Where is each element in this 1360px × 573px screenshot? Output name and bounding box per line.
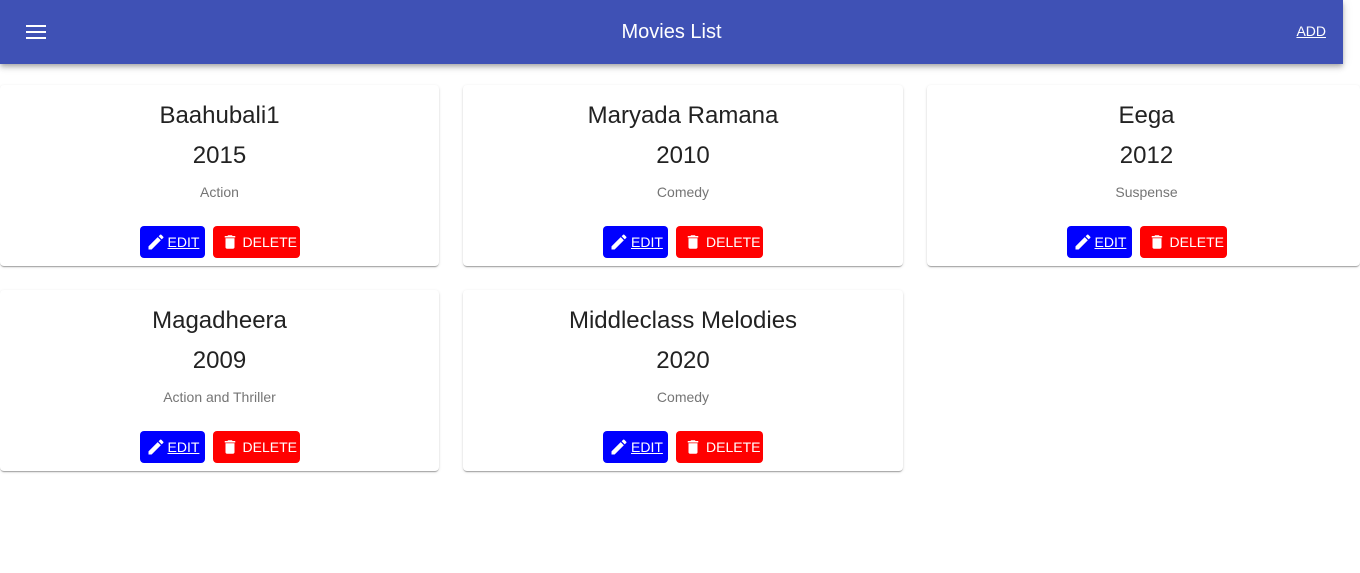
movie-year: 2020: [656, 347, 710, 374]
movie-card: Middleclass Melodies 2020 Comedy EDIT DE…: [463, 290, 903, 471]
card-actions: EDIT DELETE: [0, 226, 439, 258]
edit-label: EDIT: [1094, 234, 1127, 250]
edit-button[interactable]: EDIT: [139, 431, 205, 463]
edit-label: EDIT: [631, 439, 663, 455]
edit-button[interactable]: EDIT: [139, 226, 205, 258]
trash-icon: [684, 232, 702, 252]
menu-button[interactable]: [18, 14, 54, 50]
edit-button[interactable]: EDIT: [603, 431, 668, 463]
pencil-icon: [1073, 232, 1093, 252]
edit-label: EDIT: [631, 234, 663, 250]
delete-button[interactable]: DELETE: [1139, 226, 1227, 258]
movie-genre: Suspense: [1115, 184, 1178, 200]
app-bar: Movies List ADD: [0, 0, 1343, 64]
delete-label: DELETE: [242, 439, 297, 455]
movie-year: 2010: [656, 142, 710, 169]
movie-genre: Comedy: [656, 184, 710, 200]
card-actions: EDIT DELETE: [463, 431, 903, 463]
movie-card: Magadheera 2009 Action and Thriller EDIT…: [0, 290, 439, 471]
movie-card: Baahubali1 2015 Action EDIT DELETE: [0, 85, 439, 266]
movie-title: Eega: [1118, 102, 1175, 129]
movie-title: Middleclass Melodies: [568, 307, 798, 334]
movie-year: 2009: [192, 347, 247, 374]
edit-button[interactable]: EDIT: [1066, 226, 1132, 258]
menu-icon: [26, 25, 46, 39]
movie-title: Maryada Ramana: [587, 102, 779, 129]
add-button[interactable]: ADD: [1296, 23, 1326, 39]
edit-label: EDIT: [167, 234, 200, 250]
delete-label: DELETE: [1169, 234, 1224, 250]
trash-icon: [684, 437, 702, 457]
delete-button[interactable]: DELETE: [676, 226, 763, 258]
movie-genre: Comedy: [656, 389, 710, 405]
trash-icon: [221, 232, 239, 252]
trash-icon: [1148, 232, 1166, 252]
pencil-icon: [609, 232, 629, 252]
movie-title: Magadheera: [152, 307, 287, 334]
movie-year: 2012: [1119, 142, 1174, 169]
delete-label: DELETE: [242, 234, 297, 250]
movie-card: Maryada Ramana 2010 Comedy EDIT DELETE: [463, 85, 903, 266]
movie-title: Baahubali1: [159, 102, 280, 129]
delete-button[interactable]: DELETE: [212, 226, 300, 258]
pencil-icon: [146, 437, 166, 457]
page-title: Movies List: [621, 21, 722, 43]
movie-year: 2015: [192, 142, 247, 169]
delete-button[interactable]: DELETE: [676, 431, 763, 463]
movie-genre: Action and Thriller: [163, 389, 276, 405]
card-actions: EDIT DELETE: [463, 226, 903, 258]
delete-label: DELETE: [706, 439, 761, 455]
delete-button[interactable]: DELETE: [212, 431, 300, 463]
movie-genre: Action: [200, 184, 239, 200]
edit-button[interactable]: EDIT: [603, 226, 668, 258]
delete-label: DELETE: [706, 234, 761, 250]
trash-icon: [221, 437, 239, 457]
movie-card: Eega 2012 Suspense EDIT DELETE: [927, 85, 1360, 266]
card-actions: EDIT DELETE: [0, 431, 439, 463]
card-actions: EDIT DELETE: [927, 226, 1360, 258]
edit-label: EDIT: [167, 439, 200, 455]
pencil-icon: [146, 232, 166, 252]
pencil-icon: [609, 437, 629, 457]
